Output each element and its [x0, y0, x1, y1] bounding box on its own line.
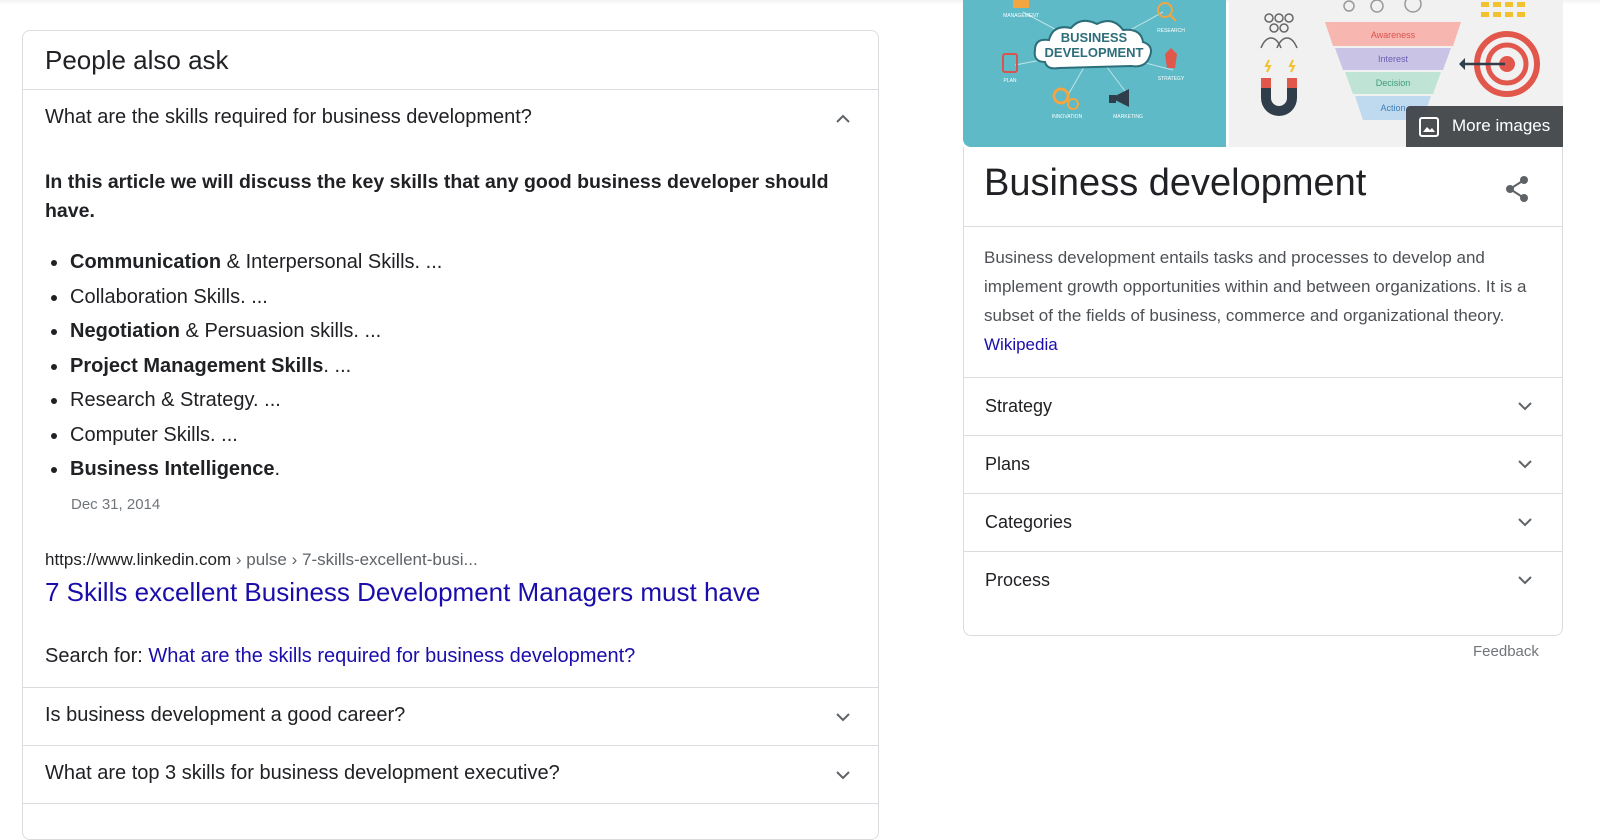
list-item: Computer Skills. ...: [50, 418, 442, 453]
knowledge-panel-description: Business development entails tasks and p…: [984, 243, 1544, 359]
list-item: Research & Strategy. ...: [50, 383, 442, 418]
paa-question[interactable]: What are top 3 skills for business devel…: [23, 746, 878, 804]
description-text: Business development entails tasks and p…: [984, 248, 1527, 325]
knowledge-panel-title: Business development: [984, 162, 1367, 204]
funnel-label: Interest: [1378, 54, 1409, 64]
cite-domain: https://www.linkedin.com: [45, 550, 232, 569]
skills-list: Communication & Interpersonal Skills. ..…: [50, 245, 442, 487]
chevron-down-icon: [1516, 571, 1534, 589]
paa-question-text: What are top 3 skills for business devel…: [45, 762, 560, 784]
paa-title: People also ask: [45, 45, 229, 75]
list-item: Collaboration Skills. ...: [50, 280, 442, 315]
image1-text-line1: BUSINESS: [1061, 30, 1128, 45]
more-images-label: More images: [1452, 116, 1551, 135]
business-development-image[interactable]: BUSINESS DEVELOPMENT MANAGEMENT RESEARCH…: [963, 0, 1226, 147]
image1-label: MARKETING: [1113, 114, 1143, 120]
search-for-prefix: Search for:: [45, 645, 149, 667]
chevron-up-icon: [834, 110, 852, 128]
kp-section-plans[interactable]: Plans: [964, 436, 1562, 494]
wikipedia-link[interactable]: Wikipedia: [984, 335, 1058, 354]
image1-label: STRATEGY: [1158, 76, 1185, 82]
kp-section-process[interactable]: Process: [964, 552, 1562, 610]
chevron-down-icon: [1516, 513, 1534, 531]
paa-question-expanded[interactable]: What are the skills required for busines…: [23, 90, 878, 148]
kp-section-label: Process: [985, 570, 1051, 590]
image1-text-line2: DEVELOPMENT: [1045, 45, 1144, 60]
knowledge-panel: Business development Business developmen…: [963, 147, 1563, 636]
image1-label: PLAN: [1003, 78, 1016, 84]
funnel-label: Action: [1380, 103, 1405, 113]
share-icon[interactable]: [1504, 175, 1530, 203]
divider: [964, 226, 1562, 227]
list-item: Communication & Interpersonal Skills. ..…: [50, 245, 442, 280]
paa-question-text: Is business development a good career?: [45, 704, 406, 726]
kp-section-strategy[interactable]: Strategy: [964, 378, 1562, 436]
more-images-button[interactable]: More images: [1406, 106, 1563, 147]
result-title-link[interactable]: 7 Skills excellent Business Development …: [45, 577, 760, 608]
image1-label: RESEARCH: [1157, 28, 1185, 34]
chevron-down-icon: [1516, 397, 1534, 415]
feedback-link[interactable]: Feedback: [1473, 643, 1539, 660]
kp-section-label: Categories: [985, 512, 1073, 532]
people-also-ask-box: People also ask What are the skills requ…: [22, 30, 879, 840]
result-cite[interactable]: https://www.linkedin.com › pulse › 7-ski…: [45, 550, 478, 570]
paa-question-text: What are the skills required for busines…: [45, 106, 532, 128]
divider: [23, 803, 878, 804]
knowledge-panel-images: BUSINESS DEVELOPMENT MANAGEMENT RESEARCH…: [963, 0, 1563, 147]
search-for-link[interactable]: What are the skills required for busines…: [148, 645, 635, 667]
kp-section-categories[interactable]: Categories: [964, 494, 1562, 552]
kp-section-label: Plans: [985, 454, 1031, 474]
image1-label: MANAGEMENT: [1003, 13, 1039, 19]
chevron-down-icon: [1516, 455, 1534, 473]
cite-path: › pulse › 7-skills-excellent-busi...: [231, 550, 478, 569]
kp-section-label: Strategy: [985, 396, 1053, 416]
chevron-down-icon: [834, 766, 852, 784]
list-item: Project Management Skills. ...: [50, 349, 442, 384]
funnel-label: Awareness: [1371, 30, 1416, 40]
paa-question[interactable]: Is business development a good career?: [23, 688, 878, 746]
answer-date: Dec 31, 2014: [71, 496, 161, 513]
image-icon: [1418, 116, 1440, 138]
list-item: Business Intelligence.: [50, 452, 442, 487]
image1-label: INNOVATION: [1052, 114, 1083, 120]
search-for: Search for: What are the skills required…: [45, 645, 635, 668]
list-item: Negotiation & Persuasion skills. ...: [50, 314, 442, 349]
answer-lead: In this article we will discuss the key …: [45, 171, 829, 222]
funnel-label: Decision: [1376, 78, 1411, 88]
chevron-down-icon: [834, 708, 852, 726]
